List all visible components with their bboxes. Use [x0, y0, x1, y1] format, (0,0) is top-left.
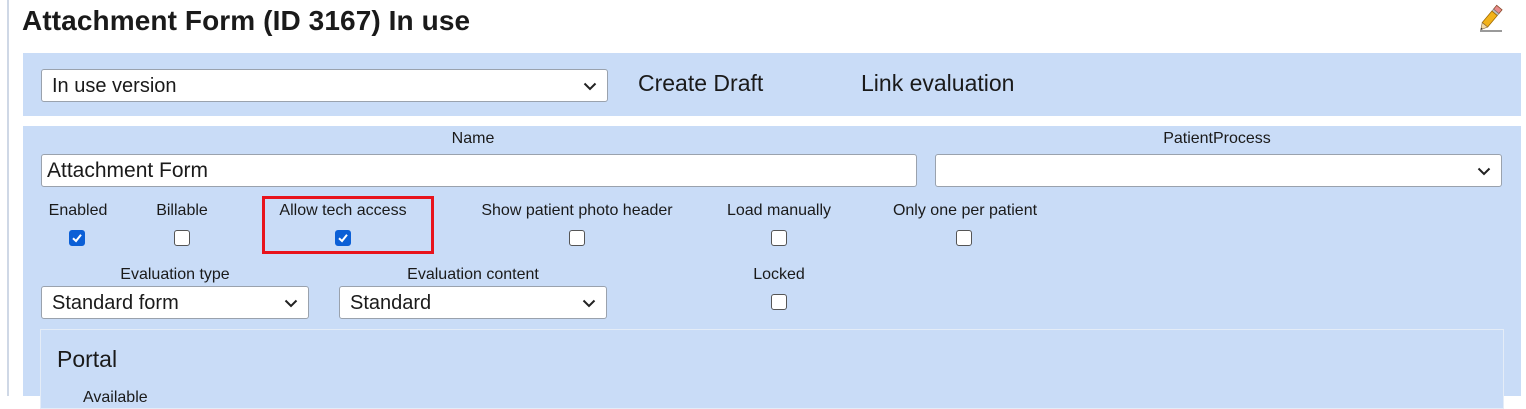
- chevron-down-icon: [1477, 167, 1491, 175]
- enabled-checkbox[interactable]: [69, 230, 85, 246]
- version-select-value: In use version: [52, 75, 177, 97]
- form-panel: Name Attachment Form PatientProcess Enab…: [23, 126, 1521, 409]
- show-patient-photo-header-label: Show patient photo header: [481, 202, 673, 219]
- enabled-label: Enabled: [48, 202, 108, 219]
- evaluation-content-label: Evaluation content: [407, 266, 539, 283]
- patient-process-select[interactable]: [935, 154, 1502, 187]
- pencil-icon[interactable]: [1474, 2, 1506, 34]
- only-one-per-patient-checkbox[interactable]: [956, 230, 972, 246]
- evaluation-type-label: Evaluation type: [120, 266, 230, 283]
- patient-process-label: PatientProcess: [1163, 130, 1271, 147]
- billable-label: Billable: [156, 202, 208, 219]
- chevron-down-icon: [284, 299, 298, 307]
- available-label: Available: [83, 389, 148, 406]
- evaluation-content-value: Standard: [350, 292, 432, 314]
- show-patient-photo-header-checkbox[interactable]: [569, 230, 585, 246]
- left-border: [7, 0, 9, 396]
- name-input[interactable]: Attachment Form: [41, 154, 917, 187]
- link-evaluation-link[interactable]: Link evaluation: [861, 67, 1014, 99]
- chevron-down-icon: [582, 299, 596, 307]
- load-manually-label: Load manually: [726, 202, 832, 219]
- version-bar: In use version Create Draft Link evaluat…: [23, 53, 1521, 116]
- evaluation-content-select[interactable]: Standard: [339, 286, 607, 319]
- create-draft-link[interactable]: Create Draft: [638, 67, 763, 99]
- version-select[interactable]: In use version: [41, 69, 608, 102]
- portal-panel: Portal Available: [40, 329, 1504, 409]
- locked-checkbox[interactable]: [771, 294, 787, 310]
- load-manually-checkbox[interactable]: [771, 230, 787, 246]
- chevron-down-icon: [583, 82, 597, 90]
- billable-checkbox[interactable]: [174, 230, 190, 246]
- page-title: Attachment Form (ID 3167) In use: [22, 5, 471, 36]
- highlight-annotation: [262, 196, 434, 254]
- only-one-per-patient-label: Only one per patient: [892, 202, 1038, 219]
- evaluation-type-value: Standard form: [52, 292, 179, 314]
- evaluation-type-select[interactable]: Standard form: [41, 286, 309, 319]
- name-label: Name: [451, 130, 495, 147]
- portal-title: Portal: [57, 346, 118, 372]
- locked-label: Locked: [753, 266, 805, 283]
